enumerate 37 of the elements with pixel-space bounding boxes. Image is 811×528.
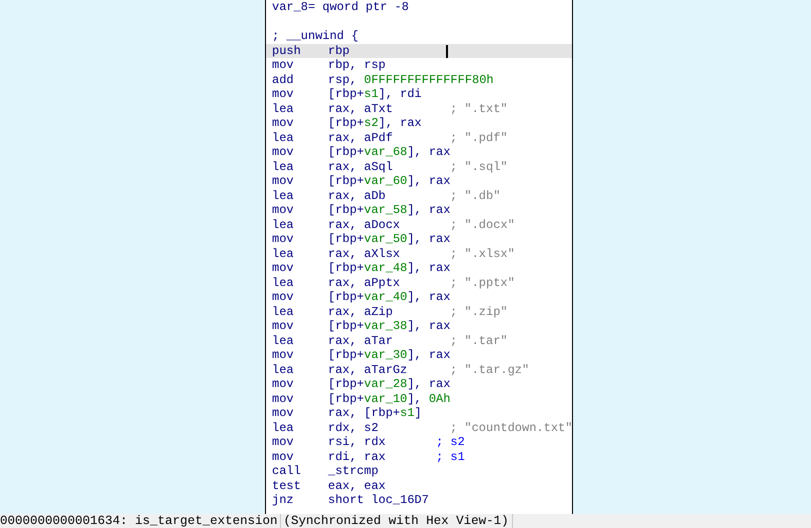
instruction-line: mov rbp, rsp — [272, 58, 386, 72]
instruction-line: call _strcmp — [272, 464, 378, 478]
instruction-line: lea rax, aDb ; ".db" — [272, 188, 500, 203]
instruction-line: lea rax, aDocx ; ".docx" — [272, 218, 515, 232]
instruction-line: lea rax, aTarGz ; ".tar.gz" — [272, 362, 530, 377]
instruction-line: lea rax, aTxt ; ".txt" — [272, 102, 508, 116]
instruction-line: mov [rbp+var_58], rax — [272, 203, 450, 218]
instruction-line: test eax, eax — [272, 478, 386, 493]
instruction-line: mov [rbp+var_40], rax — [272, 290, 450, 304]
text-cursor-icon — [446, 44, 448, 58]
instruction-line: mov [rbp+var_68], rax — [272, 145, 450, 160]
instruction-line: lea rdx, s2 ; "countdown.txt" — [272, 420, 572, 435]
instruction-line: lea rax, aZip ; ".zip" — [272, 304, 508, 319]
instruction-line: lea rax, aPdf ; ".pdf" — [272, 130, 508, 145]
instruction-line: mov [rbp+s2], rax — [272, 116, 422, 130]
instruction-line: jnz short loc_16D7 — [272, 493, 429, 508]
instruction-line: lea rax, aTar ; ".tar" — [272, 334, 508, 348]
instruction-line: push rbp — [272, 44, 350, 58]
instruction-line: mov [rbp+var_28], rax — [272, 377, 450, 392]
instruction-line: add rsp, 0FFFFFFFFFFFFFF80h — [272, 72, 494, 87]
status-sync: (Synchronized with Hex View-1) — [280, 514, 513, 528]
instruction-line: mov rsi, rdx ; s2 — [272, 435, 465, 450]
instruction-line: mov [rbp+var_38], rax — [272, 319, 450, 334]
instruction-line: mov [rbp+var_60], rax — [272, 174, 450, 188]
instruction-line: mov [rbp+var_48], rax — [272, 261, 450, 276]
instruction-line: lea rax, aSql ; ".sql" — [272, 160, 508, 174]
instruction-line: lea rax, aXlsx ; ".xlsx" — [272, 246, 515, 261]
comment-line: var_8= qword ptr -8 — [272, 0, 409, 14]
instruction-line: mov [rbp+var_10], 0Ah — [272, 392, 450, 406]
comment-line: ; __unwind { — [272, 29, 358, 44]
instruction-line: mov rax, [rbp+s1] — [272, 406, 422, 420]
instruction-line: mov rdi, rax ; s1 — [272, 450, 465, 464]
status-location: 0000000000001634: is_target_extension — [0, 514, 281, 528]
instruction-line: mov [rbp+var_30], rax — [272, 348, 450, 362]
instruction-line: mov [rbp+s1], rdi — [272, 87, 422, 102]
instruction-line: lea rax, aPptx ; ".pptx" — [272, 276, 515, 290]
instruction-line: mov [rbp+var_50], rax — [272, 232, 450, 246]
